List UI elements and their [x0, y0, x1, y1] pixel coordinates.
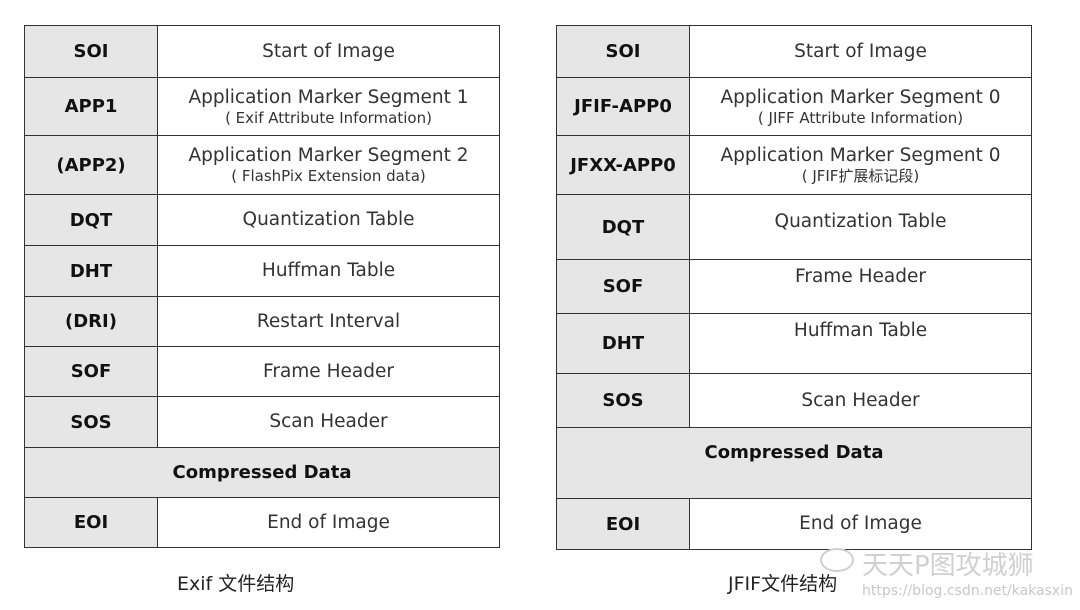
segment-description: Quantization Table: [242, 209, 415, 230]
exif-row-eoi: EOI End of Image: [25, 497, 499, 547]
segment-label: SOS: [557, 374, 690, 427]
jfif-row-dht: DHT Huffman Table: [557, 313, 1031, 373]
segment-description: Application Marker Segment 0: [720, 145, 1001, 166]
jfif-row-dqt: DQT Quantization Table: [557, 194, 1031, 259]
exif-caption: Exif 文件结构: [177, 573, 295, 595]
segment-description: End of Image: [799, 513, 922, 534]
jfif-row-compressed-data: Compressed Data: [557, 427, 1031, 498]
compressed-data-label: Compressed Data: [25, 448, 499, 497]
segment-description: Quantization Table: [774, 211, 947, 232]
jfif-row-jfif-app0: JFIF-APP0 Application Marker Segment 0 (…: [557, 77, 1031, 135]
jfif-row-soi: SOI Start of Image: [557, 26, 1031, 77]
segment-description: Restart Interval: [256, 310, 401, 332]
segment-label: (DRI): [25, 297, 158, 346]
jfif-row-jfxx-app0: JFXX-APP0 Application Marker Segment 0 (…: [557, 135, 1031, 194]
segment-label: (APP2): [25, 136, 158, 194]
exif-row-sof: SOF Frame Header: [25, 346, 499, 396]
segment-description: Start of Image: [794, 40, 927, 62]
segment-label: SOI: [25, 26, 158, 77]
segment-label: EOI: [25, 498, 158, 547]
watermark-name: 天天P图攻城狮: [862, 551, 1034, 581]
segment-label: DHT: [25, 246, 158, 296]
segment-description: Huffman Table: [261, 260, 396, 281]
exif-row-dqt: DQT Quantization Table: [25, 194, 499, 245]
segment-label: DQT: [25, 195, 158, 245]
exif-row-dht: DHT Huffman Table: [25, 245, 499, 296]
segment-description: End of Image: [267, 511, 390, 533]
segment-label: SOI: [557, 26, 690, 77]
segment-label: DQT: [557, 195, 690, 259]
exif-row-app2: (APP2) Application Marker Segment 2 ( Fl…: [25, 135, 499, 194]
segment-label: SOF: [557, 260, 690, 313]
exif-row-dri: (DRI) Restart Interval: [25, 296, 499, 346]
jfif-structure-table: SOI Start of Image JFIF-APP0 Application…: [556, 25, 1032, 550]
wechat-icon: [820, 548, 854, 572]
segment-description: Scan Header: [801, 389, 920, 411]
watermark-url: https://blog.csdn.net/kakasxin: [862, 583, 1073, 599]
segment-label: EOI: [557, 499, 690, 549]
segment-subdescription: ( JFIF扩展标记段): [801, 167, 920, 185]
segment-description: Start of Image: [262, 40, 395, 62]
jfif-row-eoi: EOI End of Image: [557, 498, 1031, 549]
segment-description: Frame Header: [263, 360, 394, 382]
exif-row-compressed-data: Compressed Data: [25, 447, 499, 497]
segment-label: JFIF-APP0: [557, 78, 690, 135]
segment-description: Application Marker Segment 0: [720, 86, 1001, 108]
segment-label: DHT: [557, 314, 690, 373]
segment-label: APP1: [25, 78, 158, 135]
segment-label: SOS: [25, 397, 158, 447]
jfif-caption: JFIF文件结构: [728, 573, 838, 595]
compressed-data-label: Compressed Data: [557, 428, 1031, 498]
jfif-row-sof: SOF Frame Header: [557, 259, 1031, 313]
segment-description: Huffman Table: [793, 320, 928, 341]
exif-row-soi: SOI Start of Image: [25, 26, 499, 77]
segment-label: JFXX-APP0: [557, 136, 690, 194]
segment-description: Application Marker Segment 2: [188, 145, 469, 166]
segment-description: Frame Header: [795, 266, 926, 287]
segment-subdescription: ( JIFF Attribute Information): [757, 108, 964, 127]
segment-subdescription: ( FlashPix Extension data): [231, 167, 426, 185]
exif-row-sos: SOS Scan Header: [25, 396, 499, 447]
segment-label: SOF: [25, 347, 158, 396]
exif-row-app1: APP1 Application Marker Segment 1 ( Exif…: [25, 77, 499, 135]
jfif-row-sos: SOS Scan Header: [557, 373, 1031, 427]
segment-subdescription: ( Exif Attribute Information): [225, 108, 432, 127]
segment-description: Application Marker Segment 1: [188, 86, 469, 108]
exif-structure-table: SOI Start of Image APP1 Application Mark…: [24, 25, 500, 548]
segment-description: Scan Header: [269, 411, 388, 432]
